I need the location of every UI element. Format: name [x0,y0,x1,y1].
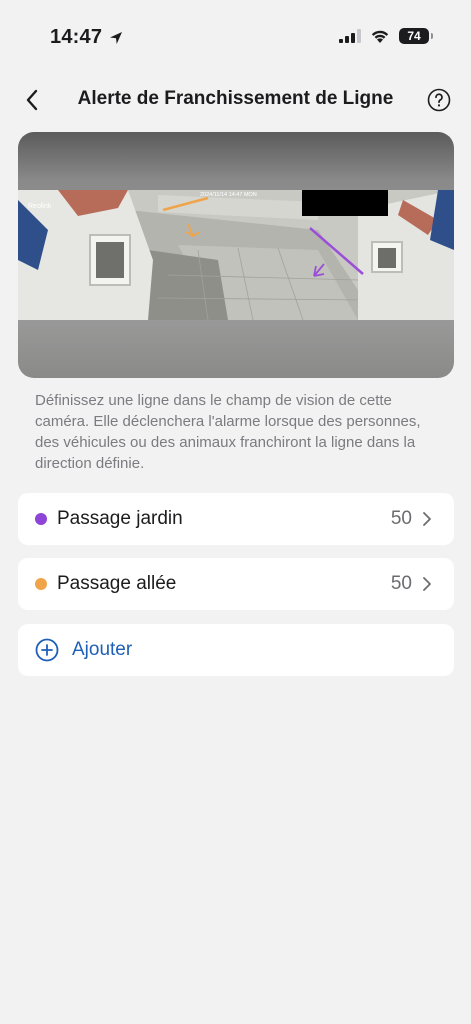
signal-icon [339,29,361,43]
chevron-right-icon [422,511,432,527]
line-label: Passage allée [57,573,177,594]
nav-bar: Alerte de Franchissement de Ligne [0,78,471,122]
line-item-jardin[interactable]: Passage jardin 50 [18,493,454,545]
description-text: Définissez une ligne dans le champ de vi… [35,392,421,472]
color-dot [35,513,47,525]
add-line-button[interactable]: Ajouter [18,624,454,676]
battery-level: 74 [407,29,421,43]
camera-scene: Reolink 2024/11/14 14:47 MON [18,190,454,320]
camera-preview[interactable]: Reolink 2024/11/14 14:47 MON [18,132,454,378]
brand-watermark: Reolink [28,203,52,210]
add-label: Ajouter [72,639,133,660]
status-bar: 14:47 74 [0,0,471,70]
line-item-allee[interactable]: Passage allée 50 [18,558,454,610]
line-sensitivity: 50 [390,508,412,529]
location-arrow-icon [110,31,123,44]
status-time-text: 14:47 [50,26,103,48]
color-dot [35,578,47,590]
battery-icon: 74 [399,28,433,44]
page-title: Alerte de Franchissement de Ligne [77,88,394,109]
status-time: 14:47 [50,26,124,49]
question-circle-icon [427,88,451,112]
timestamp-overlay: 2024/11/14 14:47 MON [200,192,257,198]
privacy-mask [302,190,388,216]
chevron-right-icon [422,576,432,592]
help-button[interactable] [425,86,453,114]
plus-circle-icon [35,638,59,662]
line-label: Passage jardin [57,508,183,529]
status-indicators: 74 [339,28,433,44]
line-sensitivity: 50 [390,573,412,594]
wifi-icon [371,30,389,43]
